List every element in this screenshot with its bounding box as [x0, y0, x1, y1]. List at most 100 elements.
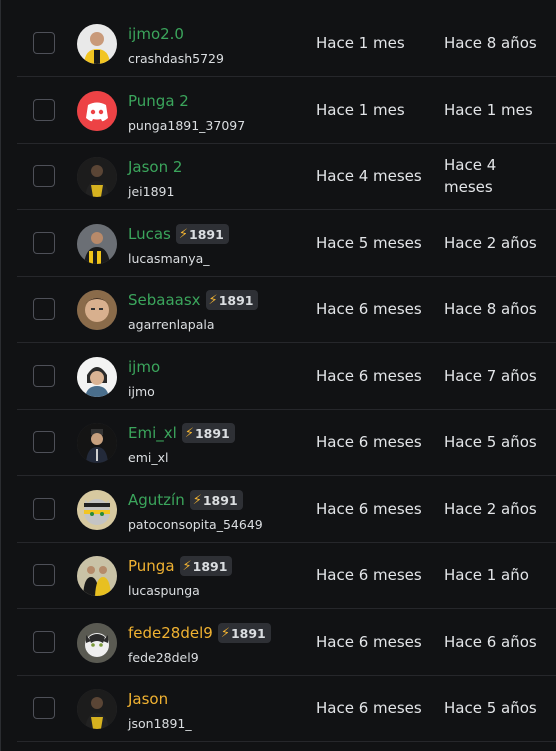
member-username: punga1891_37097: [128, 118, 246, 133]
member-since-discord: Hace 5 años: [444, 433, 537, 451]
member-name-line: Jason: [128, 688, 168, 710]
member-name-line: Sebaaasx ⚡ 1891: [128, 289, 259, 311]
member-since-server: Hace 4 meses: [316, 167, 422, 185]
photo-dark-player-avatar[interactable]: [77, 689, 117, 729]
server-tag-text: 1891: [192, 558, 228, 574]
members-table: ijmo2.0 crashdash5729 Hace 1 mes Hace 8 año…: [0, 0, 556, 751]
member-username: emi_xl: [128, 450, 169, 465]
member-display-name[interactable]: ijmo2.0: [128, 25, 184, 43]
server-tag-text: 1891: [189, 226, 224, 242]
server-tag-badge[interactable]: ⚡ 1891: [217, 623, 271, 643]
member-name-line: Punga ⚡ 1891: [128, 555, 233, 577]
member-name-line: Emi_xl ⚡ 1891: [128, 422, 235, 444]
member-username: crashdash5729: [128, 51, 224, 66]
member-since-discord: Hace 7 años: [444, 367, 537, 385]
server-tag-badge[interactable]: ⚡ 1891: [175, 224, 229, 244]
member-display-name[interactable]: Jason 2: [128, 158, 182, 176]
photo-dark-player-avatar[interactable]: [77, 157, 117, 197]
member-since-discord: Hace 6 años: [444, 633, 537, 651]
member-display-name[interactable]: Punga: [128, 557, 175, 575]
member-row[interactable]: fede28del9 ⚡ 1891 fede28del9 Hace 6 meses Hac…: [17, 610, 556, 676]
member-display-name[interactable]: ijmo: [128, 358, 160, 376]
member-display-name[interactable]: Lucas: [128, 225, 171, 243]
member-since-server: Hace 6 meses: [316, 300, 422, 318]
row-checkbox[interactable]: [33, 32, 55, 54]
member-row[interactable]: Punga ⚡ 1891 lucaspunga Hace 6 meses Hace 1 a…: [17, 543, 556, 609]
member-since-discord: Hace 5 años: [444, 699, 537, 717]
member-username: agarrenlapala: [128, 317, 215, 332]
member-display-name[interactable]: Jason: [128, 690, 168, 708]
lightning-icon: ⚡: [220, 625, 230, 641]
member-display-name[interactable]: fede28del9: [128, 624, 213, 642]
photo-player-avatar[interactable]: [77, 224, 117, 264]
member-username: ijmo: [128, 384, 155, 399]
row-checkbox[interactable]: [33, 631, 55, 653]
member-since-server: Hace 6 meses: [316, 433, 422, 451]
member-since-discord: Hace 2 años: [444, 500, 537, 518]
lightning-icon: ⚡: [184, 425, 194, 441]
member-display-name[interactable]: Punga 2: [128, 92, 189, 110]
lightning-icon: ⚡: [178, 226, 188, 242]
row-checkbox[interactable]: [33, 99, 55, 121]
member-since-server: Hace 5 meses: [316, 234, 422, 252]
member-username: jei1891: [128, 184, 175, 199]
member-row[interactable]: ijmo ijmo Hace 6 meses Hace 7 años: [17, 344, 556, 410]
row-checkbox[interactable]: [33, 564, 55, 586]
member-name-line: ijmo: [128, 356, 160, 378]
photo-figure-dark-avatar[interactable]: [77, 423, 117, 463]
lightning-icon: ⚡: [182, 558, 192, 574]
member-since-server: Hace 6 meses: [316, 500, 422, 518]
row-checkbox[interactable]: [33, 498, 55, 520]
member-row[interactable]: Jason 2 jei1891 Hace 4 meses Hace 4 meses: [17, 144, 556, 210]
member-name-line: Jason 2: [128, 156, 182, 178]
member-username: json1891_: [128, 716, 192, 731]
photo-face-avatar[interactable]: [77, 290, 117, 330]
member-since-server: Hace 1 mes: [316, 101, 405, 119]
member-since-discord: Hace 1 mes: [444, 101, 533, 119]
member-username: patoconsopita_54649: [128, 517, 263, 532]
member-row[interactable]: Jason json1891_ Hace 6 meses Hace 5 años: [17, 676, 556, 742]
member-since-discord: Hace 1 año: [444, 566, 529, 584]
row-checkbox[interactable]: [33, 431, 55, 453]
member-row[interactable]: Sebaaasx ⚡ 1891 agarrenlapala Hace 6 meses Ha…: [17, 277, 556, 343]
row-checkbox[interactable]: [33, 298, 55, 320]
photo-person-jersey-avatar[interactable]: [77, 24, 117, 64]
member-since-discord: Hace 4 meses: [444, 156, 497, 196]
member-since-discord: Hace 2 años: [444, 234, 537, 252]
server-tag-badge[interactable]: ⚡ 1891: [205, 290, 259, 310]
discord-default-avatar[interactable]: [77, 91, 117, 131]
member-name-line: Punga 2: [128, 90, 189, 112]
member-row[interactable]: Lucas ⚡ 1891 lucasmanya_ Hace 5 meses Hace 2 …: [17, 211, 556, 277]
member-name-line: Agutzín ⚡ 1891: [128, 489, 243, 511]
member-row[interactable]: ijmo2.0 crashdash5729 Hace 1 mes Hace 8 año…: [17, 11, 556, 77]
photo-cat-avatar[interactable]: [77, 623, 117, 663]
member-since-discord: Hace 8 años: [444, 34, 537, 52]
member-display-name[interactable]: Agutzín: [128, 491, 185, 509]
member-row[interactable]: Punga 2 punga1891_37097 Hace 1 mes Hace 1 m…: [17, 78, 556, 144]
member-display-name[interactable]: Emi_xl: [128, 424, 177, 442]
member-since-server: Hace 1 mes: [316, 34, 405, 52]
member-since-server: Hace 6 meses: [316, 367, 422, 385]
server-tag-text: 1891: [230, 625, 266, 641]
row-checkbox[interactable]: [33, 165, 55, 187]
member-name-line: ijmo2.0: [128, 23, 184, 45]
lightning-icon: ⚡: [192, 492, 202, 508]
row-checkbox[interactable]: [33, 232, 55, 254]
row-checkbox[interactable]: [33, 365, 55, 387]
member-username: lucasmanya_: [128, 251, 210, 266]
member-row[interactable]: Emi_xl ⚡ 1891 emi_xl Hace 6 meses Hace 5 años: [17, 410, 556, 476]
member-name-line: Lucas ⚡ 1891: [128, 223, 229, 245]
member-since-server: Hace 6 meses: [316, 633, 422, 651]
server-tag-badge[interactable]: ⚡ 1891: [189, 490, 243, 510]
server-tag-badge[interactable]: ⚡ 1891: [179, 556, 233, 576]
photo-team-avatar[interactable]: [77, 556, 117, 596]
server-tag-badge[interactable]: ⚡ 1891: [181, 423, 235, 443]
lightning-icon: ⚡: [208, 292, 218, 308]
member-username: lucaspunga: [128, 583, 200, 598]
photo-striped-cat-avatar[interactable]: [77, 490, 117, 530]
member-since-server: Hace 6 meses: [316, 566, 422, 584]
member-row[interactable]: Agutzín ⚡ 1891 patoconsopita_54649 Hace 6 me…: [17, 477, 556, 543]
photo-person-light-avatar[interactable]: [77, 357, 117, 397]
member-display-name[interactable]: Sebaaasx: [128, 291, 201, 309]
row-checkbox[interactable]: [33, 697, 55, 719]
